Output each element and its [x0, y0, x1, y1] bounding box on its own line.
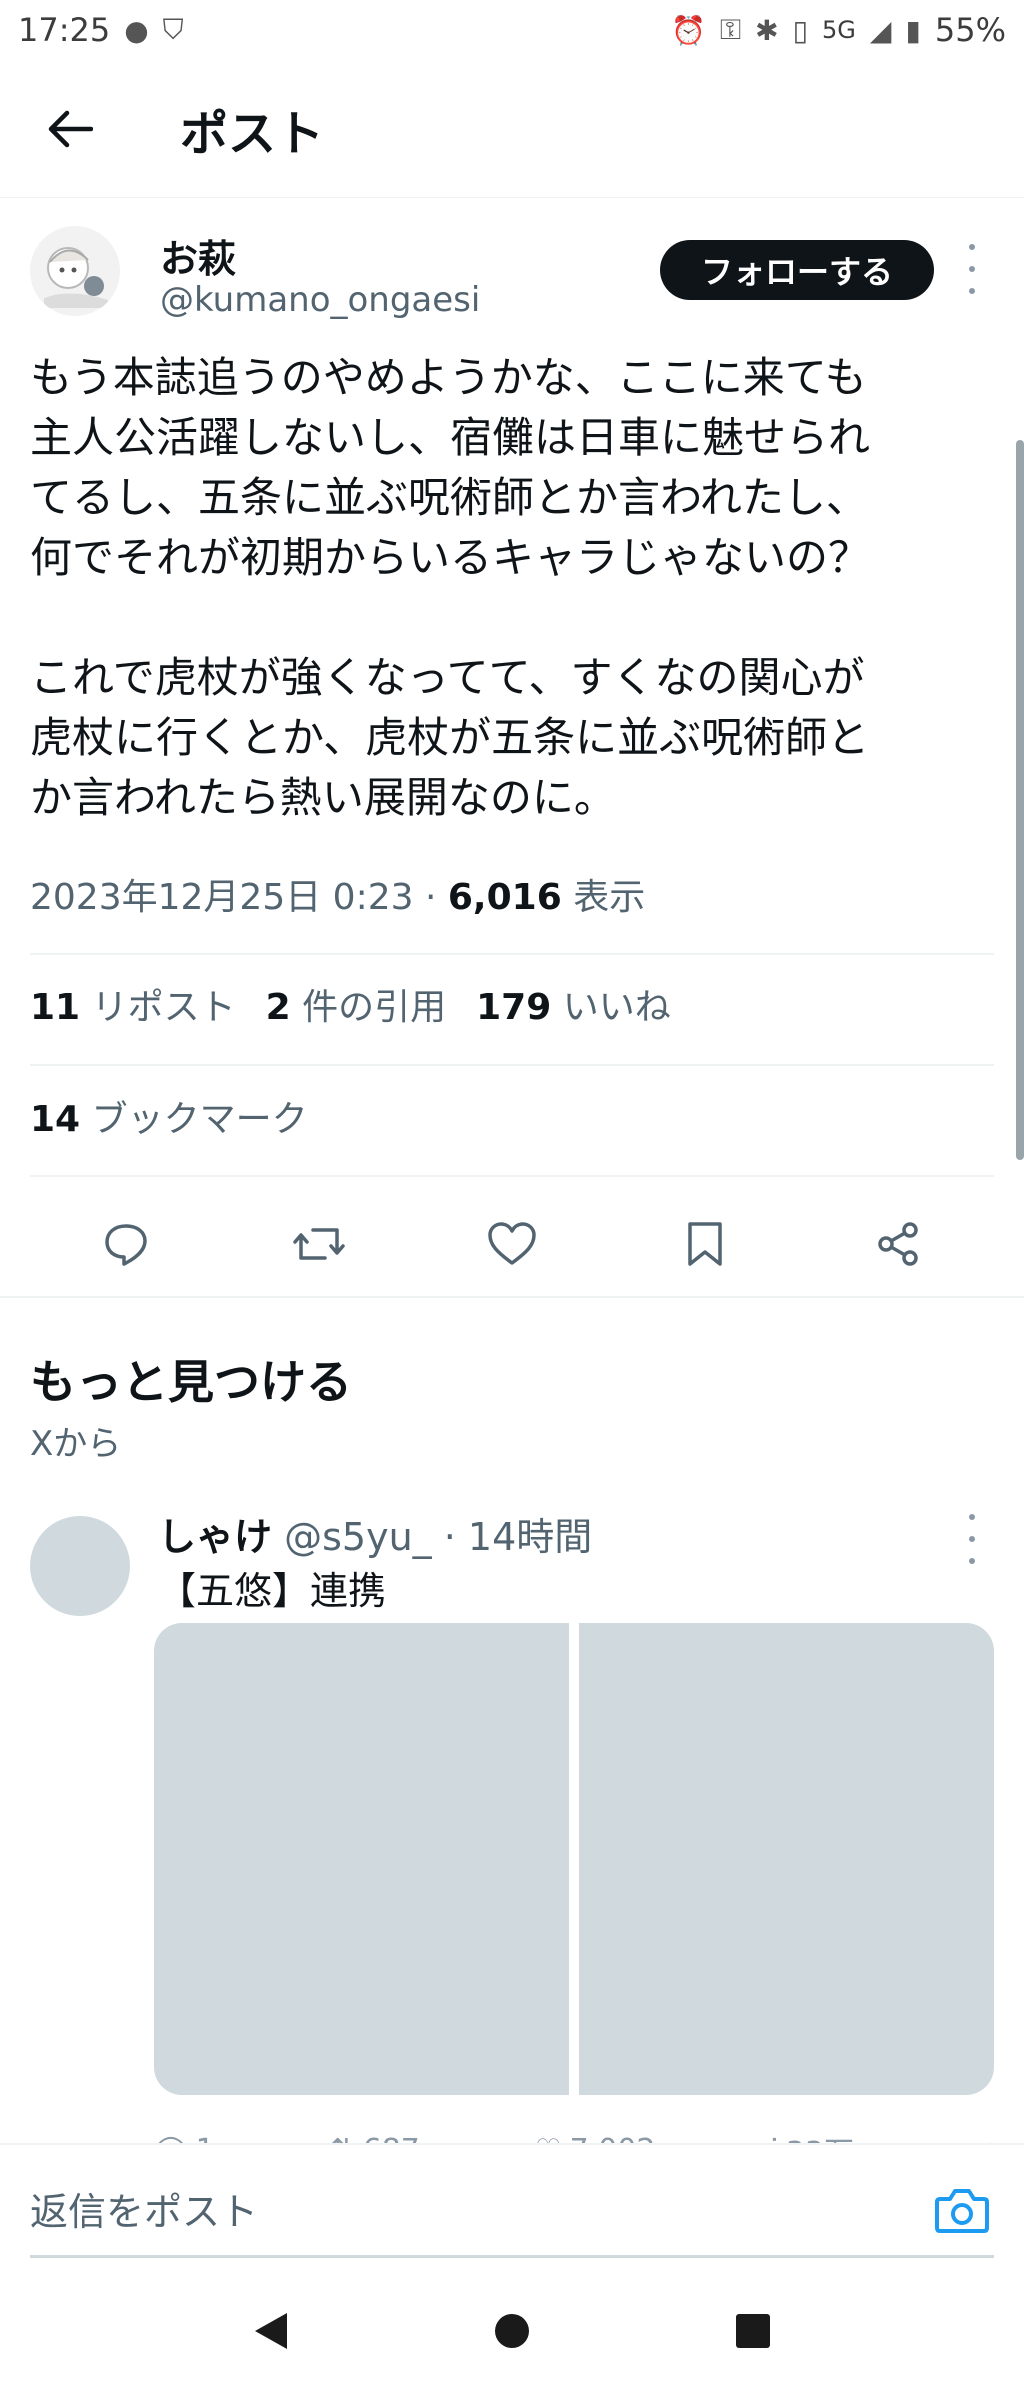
media-image-2[interactable] [579, 1623, 994, 2095]
status-time: 17:25 [18, 11, 111, 49]
tweet-meta: 2023年12月25日 0:23 · 6,016 表示 [30, 868, 645, 920]
shield-icon: ⛉ [162, 13, 184, 46]
repost-button[interactable] [279, 1204, 359, 1284]
bookmark-icon [688, 1222, 722, 1266]
views-count: 6,016 [447, 877, 562, 918]
likes-count: 179 [476, 987, 552, 1028]
like-button[interactable] [472, 1204, 552, 1284]
tweet-text: もう本誌追うのやめようかな、ここに来ても 主人公活躍しないし、宿儺は日車に魅せら… [30, 348, 1000, 828]
circle-home-icon [494, 2314, 529, 2348]
likes-stat[interactable]: 179 いいね [476, 978, 671, 1030]
reply-underline [30, 2255, 994, 2258]
tweet-text-line: もう本誌追うのやめようかな、ここに来ても [30, 353, 867, 402]
app-notification-icon: ● [124, 13, 149, 47]
divider [30, 953, 994, 955]
quotes-count: 2 [265, 987, 291, 1028]
reply-icon [105, 1224, 148, 1266]
network-type: 5G [822, 16, 856, 44]
tweet-text-line: てるし、五条に並ぶ呪術師とか言われたし、 [30, 473, 868, 522]
page-title: ポスト [180, 105, 325, 162]
share-icon [877, 1222, 918, 1266]
more-options-icon[interactable] [960, 244, 984, 294]
back-button[interactable] [0, 60, 140, 198]
bluetooth-icon: ✱ [755, 13, 779, 47]
bookmarks-label: ブックマーク [91, 1099, 308, 1140]
square-recents-icon [736, 2314, 771, 2348]
recommended-post-text: 【五悠】連携 [158, 1569, 387, 1613]
system-nav-bar [0, 2273, 1024, 2389]
tweet-text-line [30, 588, 1000, 648]
divider [30, 1175, 994, 1177]
main-tweet: お萩 @kumano_ongaesi フォローする もう本誌追うのやめようかな、… [0, 198, 1024, 1298]
bookmark-button[interactable] [665, 1204, 745, 1284]
nav-back-button[interactable] [241, 2301, 301, 2361]
tweet-text-line: 主人公活躍しないし、宿儺は日車に魅せられ [30, 413, 871, 462]
alarm-icon: ⏰ [670, 13, 706, 47]
bookmarks-stat[interactable]: 14 ブックマーク [30, 1090, 308, 1142]
triangle-back-icon [254, 2313, 287, 2349]
tweet-text-line: 虎杖に行くとか、虎杖が五条に並ぶ呪術師と [30, 713, 870, 762]
recommended-author-name[interactable]: しゃけ [158, 1515, 272, 1559]
recommended-post-time: · 14時間 [443, 1515, 593, 1559]
app-header: ポスト [0, 60, 1024, 198]
reposts-count: 11 [30, 987, 81, 1028]
key-icon: ⚿ [719, 13, 742, 46]
media-image-1[interactable] [154, 1623, 569, 2095]
status-left: 17:25 ● ⛉ [18, 11, 184, 49]
repost-icon [293, 1228, 345, 1260]
reply-button[interactable] [86, 1204, 166, 1284]
signal-icon: ◢ [869, 13, 892, 47]
share-button[interactable] [858, 1204, 938, 1284]
bookmarks-count: 14 [30, 1099, 81, 1140]
recommended-author-handle[interactable]: @s5yu_ [284, 1515, 432, 1559]
author-name[interactable]: お萩 [160, 228, 236, 283]
battery-icon: ▮ [905, 13, 921, 47]
reply-input[interactable]: 返信をポスト [30, 2181, 258, 2236]
reply-composer: 返信をポスト [0, 2143, 1024, 2273]
author-avatar[interactable] [30, 226, 120, 316]
engagement-stats: 11 リポスト 2 件の引用 179 いいね [30, 978, 671, 1030]
avatar-illustration [44, 247, 108, 308]
meta-separator: · [424, 877, 448, 918]
author-handle[interactable]: @kumano_ongaesi [160, 280, 480, 320]
quotes-label: 件の引用 [302, 987, 447, 1028]
quotes-stat[interactable]: 2 件の引用 [266, 978, 447, 1030]
tweet-text-line: これで虎杖が強くなってて、すくなの関心が [30, 653, 865, 702]
camera-icon[interactable] [934, 2185, 990, 2235]
recommended-post-header: しゃけ @s5yu_ · 14時間 [158, 1506, 592, 1561]
recommended-more-icon[interactable] [960, 1514, 984, 1564]
views-label: 表示 [573, 877, 646, 918]
recommended-post-media[interactable] [154, 1623, 994, 2095]
arrow-left-icon [48, 110, 93, 147]
tweet-timestamp[interactable]: 2023年12月25日 0:23 [30, 877, 414, 918]
reposts-stat[interactable]: 11 リポスト [30, 978, 236, 1030]
status-bar: 17:25 ● ⛉ ⏰ ⚿ ✱ ▯ 5G ◢ ▮ 55% [0, 0, 1024, 60]
recommended-author-avatar[interactable] [30, 1516, 130, 1616]
nav-recents-button[interactable] [723, 2301, 783, 2361]
battery-percent: 55% [934, 11, 1006, 49]
nav-home-button[interactable] [482, 2301, 542, 2361]
vibrate-icon: ▯ [792, 13, 809, 47]
discover-title: もっと見つける [30, 1355, 352, 1409]
status-right: ⏰ ⚿ ✱ ▯ 5G ◢ ▮ 55% [671, 11, 1006, 49]
tweet-action-bar [0, 1196, 1024, 1292]
follow-button[interactable]: フォローする [660, 240, 934, 300]
discover-subtitle: Xから [30, 1424, 122, 1464]
scrollbar[interactable] [1016, 440, 1024, 1160]
divider [30, 1064, 994, 1066]
tweet-text-line: 何でそれが初期からいるキャラじゃないの？ [30, 533, 871, 582]
tweet-text-line: か言われたら熱い展開なのに。 [30, 773, 616, 822]
heart-icon [488, 1222, 536, 1265]
likes-label: いいね [562, 987, 671, 1028]
reposts-label: リポスト [91, 987, 236, 1028]
